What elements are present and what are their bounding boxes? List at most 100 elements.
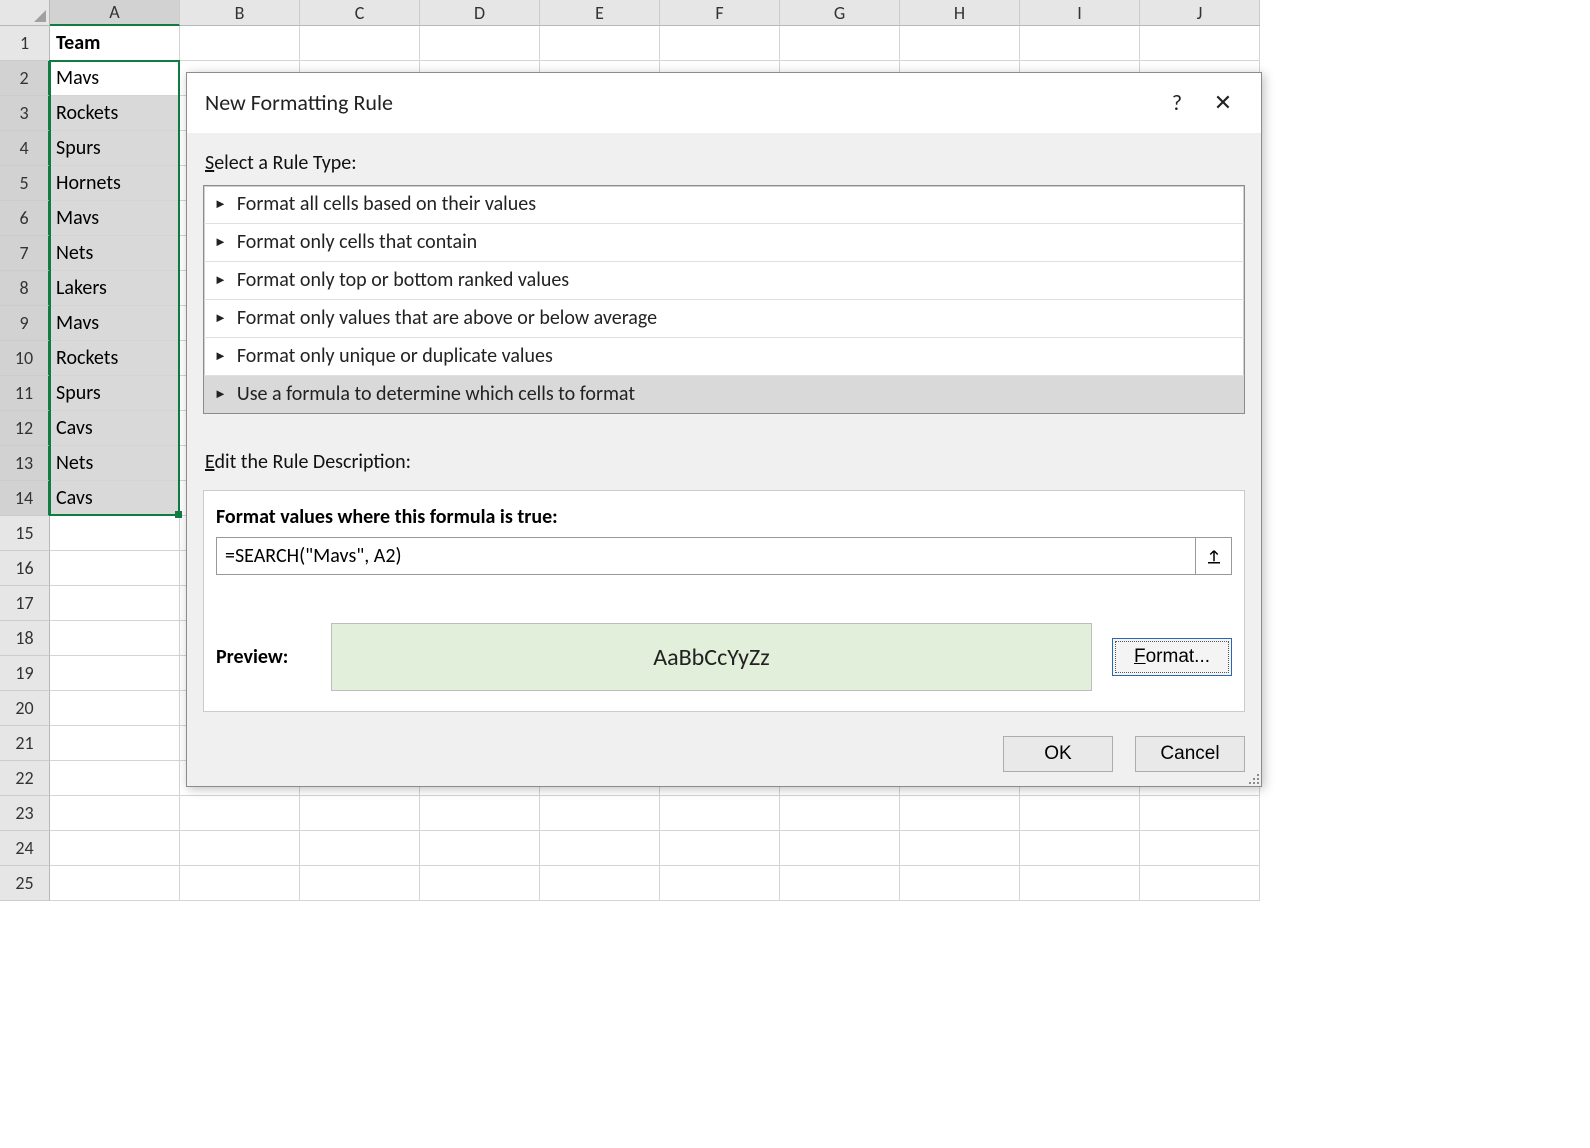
cell-C1[interactable] (300, 26, 420, 61)
cell-A24[interactable] (50, 831, 180, 866)
row-header-18[interactable]: 18 (0, 621, 50, 656)
row-header-8[interactable]: 8 (0, 271, 50, 306)
cell-A21[interactable] (50, 726, 180, 761)
row-header-22[interactable]: 22 (0, 761, 50, 796)
cell-J24[interactable] (1140, 831, 1260, 866)
cell-D24[interactable] (420, 831, 540, 866)
cell-A12[interactable]: Cavs (50, 411, 180, 446)
cell-G24[interactable] (780, 831, 900, 866)
cell-A8[interactable]: Lakers (50, 271, 180, 306)
cell-F25[interactable] (660, 866, 780, 901)
ok-button[interactable]: OK (1003, 736, 1113, 772)
cell-B25[interactable] (180, 866, 300, 901)
cell-A2[interactable]: Mavs (50, 61, 180, 96)
col-header-H[interactable]: H (900, 0, 1020, 26)
cell-G25[interactable] (780, 866, 900, 901)
cancel-button[interactable]: Cancel (1135, 736, 1245, 772)
cell-A13[interactable]: Nets (50, 446, 180, 481)
cell-A5[interactable]: Hornets (50, 166, 180, 201)
cell-A15[interactable] (50, 516, 180, 551)
row-header-16[interactable]: 16 (0, 551, 50, 586)
cell-C23[interactable] (300, 796, 420, 831)
row-header-7[interactable]: 7 (0, 236, 50, 271)
cell-I25[interactable] (1020, 866, 1140, 901)
collapse-dialog-button[interactable] (1195, 538, 1231, 574)
row-header-4[interactable]: 4 (0, 131, 50, 166)
col-header-E[interactable]: E (540, 0, 660, 26)
rule-type-item-5[interactable]: ►Use a formula to determine which cells … (204, 376, 1244, 413)
cell-E25[interactable] (540, 866, 660, 901)
cell-G1[interactable] (780, 26, 900, 61)
col-header-A[interactable]: A (50, 0, 180, 26)
cell-J25[interactable] (1140, 866, 1260, 901)
cell-A25[interactable] (50, 866, 180, 901)
row-header-6[interactable]: 6 (0, 201, 50, 236)
row-header-10[interactable]: 10 (0, 341, 50, 376)
cell-C25[interactable] (300, 866, 420, 901)
row-header-17[interactable]: 17 (0, 586, 50, 621)
cell-A3[interactable]: Rockets (50, 96, 180, 131)
dialog-titlebar[interactable]: New Formatting Rule ? ✕ (187, 73, 1261, 133)
row-header-3[interactable]: 3 (0, 96, 50, 131)
col-header-I[interactable]: I (1020, 0, 1140, 26)
cell-H25[interactable] (900, 866, 1020, 901)
cell-A10[interactable]: Rockets (50, 341, 180, 376)
cell-D23[interactable] (420, 796, 540, 831)
cell-D25[interactable] (420, 866, 540, 901)
rule-type-item-0[interactable]: ►Format all cells based on their values (204, 186, 1244, 224)
row-header-9[interactable]: 9 (0, 306, 50, 341)
rule-type-item-2[interactable]: ►Format only top or bottom ranked values (204, 262, 1244, 300)
cell-A23[interactable] (50, 796, 180, 831)
rule-type-item-1[interactable]: ►Format only cells that contain (204, 224, 1244, 262)
cell-A22[interactable] (50, 761, 180, 796)
format-button[interactable]: Format... (1112, 638, 1232, 676)
col-header-B[interactable]: B (180, 0, 300, 26)
cell-I1[interactable] (1020, 26, 1140, 61)
cell-B1[interactable] (180, 26, 300, 61)
col-header-G[interactable]: G (780, 0, 900, 26)
cell-A6[interactable]: Mavs (50, 201, 180, 236)
col-header-C[interactable]: C (300, 0, 420, 26)
cell-A9[interactable]: Mavs (50, 306, 180, 341)
cell-H1[interactable] (900, 26, 1020, 61)
cell-A7[interactable]: Nets (50, 236, 180, 271)
cell-F24[interactable] (660, 831, 780, 866)
rule-type-item-4[interactable]: ►Format only unique or duplicate values (204, 338, 1244, 376)
help-button[interactable]: ? (1157, 87, 1197, 117)
cell-A19[interactable] (50, 656, 180, 691)
row-header-1[interactable]: 1 (0, 26, 50, 61)
row-header-19[interactable]: 19 (0, 656, 50, 691)
cell-A16[interactable] (50, 551, 180, 586)
cell-G23[interactable] (780, 796, 900, 831)
cell-A18[interactable] (50, 621, 180, 656)
select-all-corner[interactable] (0, 0, 50, 26)
row-header-13[interactable]: 13 (0, 446, 50, 481)
row-header-21[interactable]: 21 (0, 726, 50, 761)
row-header-5[interactable]: 5 (0, 166, 50, 201)
rule-type-list[interactable]: ►Format all cells based on their values►… (203, 185, 1245, 414)
cell-F23[interactable] (660, 796, 780, 831)
col-header-D[interactable]: D (420, 0, 540, 26)
rule-type-item-3[interactable]: ►Format only values that are above or be… (204, 300, 1244, 338)
cell-A17[interactable] (50, 586, 180, 621)
row-header-20[interactable]: 20 (0, 691, 50, 726)
row-header-15[interactable]: 15 (0, 516, 50, 551)
cell-A1[interactable]: Team (50, 26, 180, 61)
col-header-F[interactable]: F (660, 0, 780, 26)
cell-H24[interactable] (900, 831, 1020, 866)
row-header-2[interactable]: 2 (0, 61, 50, 96)
close-button[interactable]: ✕ (1203, 87, 1243, 117)
cell-J23[interactable] (1140, 796, 1260, 831)
row-header-25[interactable]: 25 (0, 866, 50, 901)
cell-E23[interactable] (540, 796, 660, 831)
cell-E24[interactable] (540, 831, 660, 866)
cell-D1[interactable] (420, 26, 540, 61)
cell-A14[interactable]: Cavs (50, 481, 180, 516)
col-header-J[interactable]: J (1140, 0, 1260, 26)
cell-B24[interactable] (180, 831, 300, 866)
cell-I24[interactable] (1020, 831, 1140, 866)
cell-I23[interactable] (1020, 796, 1140, 831)
cell-H23[interactable] (900, 796, 1020, 831)
row-header-24[interactable]: 24 (0, 831, 50, 866)
cell-A4[interactable]: Spurs (50, 131, 180, 166)
